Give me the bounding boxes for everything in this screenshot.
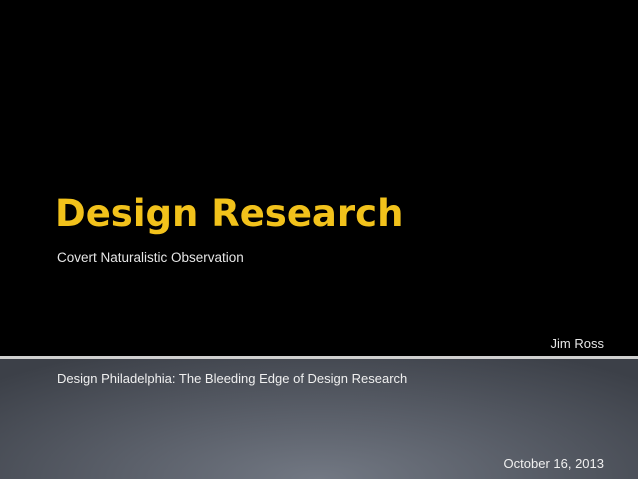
slide-subtitle: Covert Naturalistic Observation	[57, 250, 244, 265]
author-name: Jim Ross	[550, 336, 604, 351]
event-name: Design Philadelphia: The Bleeding Edge o…	[57, 371, 408, 386]
slide-title: Design Research	[55, 192, 404, 235]
slide-top-panel	[0, 0, 638, 356]
title-slide: Design Research Covert Naturalistic Obse…	[0, 0, 638, 479]
presentation-date: October 16, 2013	[503, 456, 604, 471]
